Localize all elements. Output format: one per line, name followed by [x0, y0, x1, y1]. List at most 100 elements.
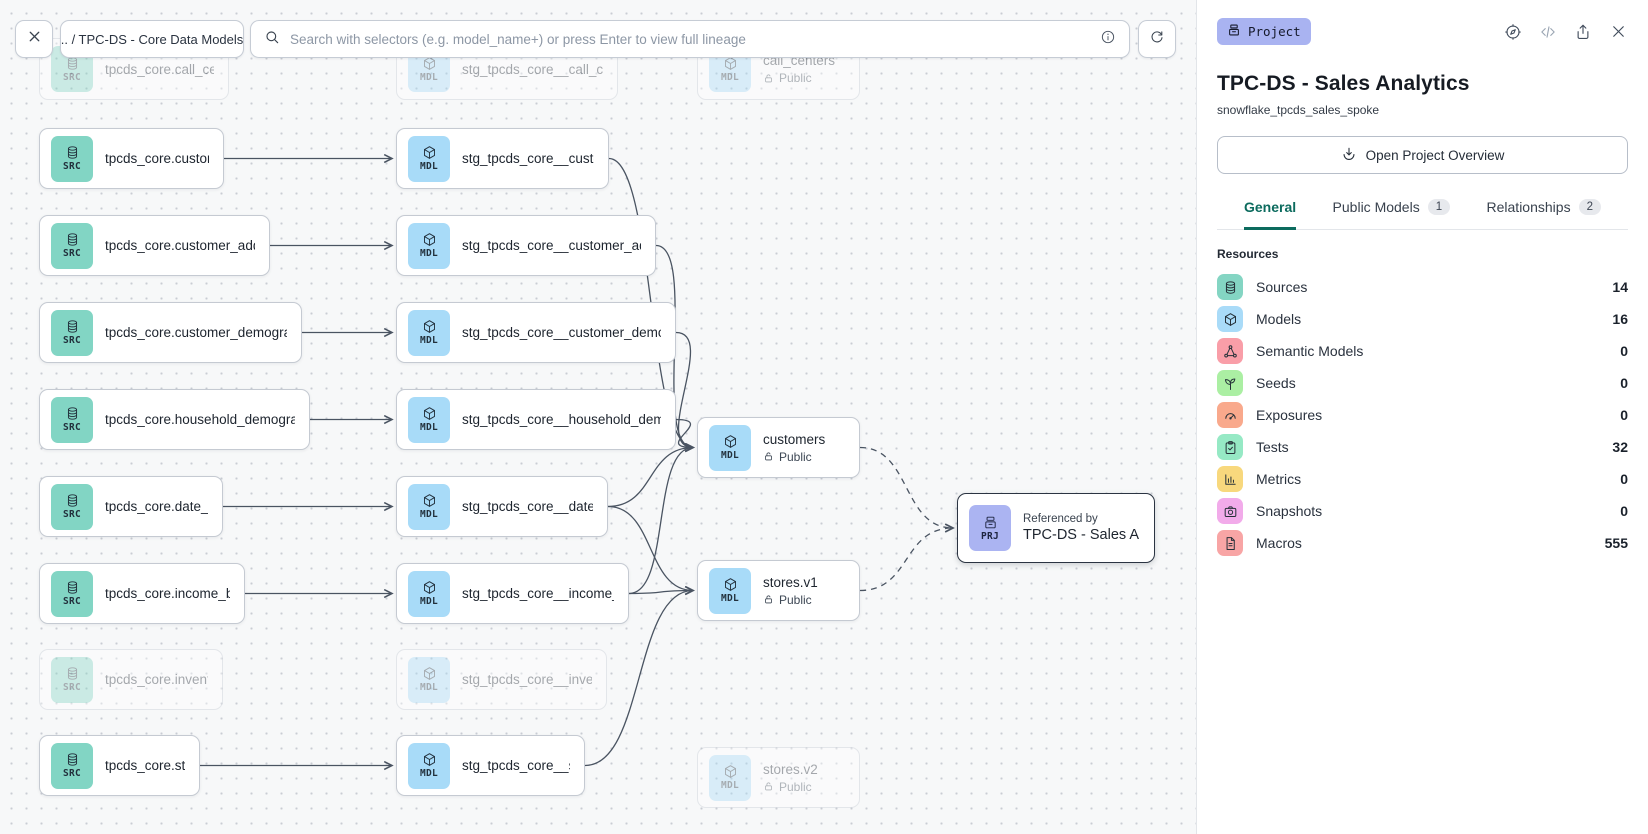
node-access-label: Public: [763, 780, 818, 794]
search-input[interactable]: [290, 32, 1090, 47]
resource-row-models[interactable]: Models16: [1217, 306, 1628, 332]
cube-icon: [1223, 312, 1238, 327]
node-access-label: Public: [763, 593, 818, 607]
refresh-lineage-button[interactable]: [1138, 20, 1176, 58]
lock-icon: [763, 73, 774, 84]
gauge-icon: [1223, 408, 1238, 423]
lineage-node-mdl_customer_address[interactable]: MDLstg_tpcds_core__customer_address: [396, 215, 656, 276]
node-pre-label: Referenced by: [1023, 513, 1140, 525]
resource-row-macros[interactable]: Macros555: [1217, 530, 1628, 556]
node-label: stg_tpcds_core__household_demogr…: [462, 412, 661, 427]
project-icon: [1227, 23, 1241, 40]
node-label: stg_tpcds_core__customer_demogra…: [462, 325, 661, 340]
tab-general[interactable]: General: [1244, 199, 1296, 230]
node-type-badge-mdl: MDL: [408, 484, 450, 530]
lineage-node-src_customer[interactable]: SRCtpcds_core.customer: [39, 128, 224, 189]
db-resource-icon: [1217, 274, 1243, 300]
resource-row-seeds[interactable]: Seeds0: [1217, 370, 1628, 396]
lineage-node-mdl_date_dim[interactable]: MDLstg_tpcds_core__date_dim: [396, 476, 608, 537]
search-bar[interactable]: [250, 20, 1130, 58]
breadcrumb[interactable]: .. / TPC-DS - Core Data Models: [60, 20, 244, 58]
lineage-node-mdl_inventory[interactable]: MDLstg_tpcds_core__inventory: [396, 649, 607, 710]
close-lineage-button[interactable]: [15, 20, 53, 58]
view-code-button[interactable]: [1539, 23, 1557, 41]
lineage-canvas[interactable]: SRCtpcds_core.call_centerMDLstg_tpcds_co…: [0, 0, 1196, 834]
cube-icon: [422, 666, 437, 681]
node-type-badge-mdl: MDL: [408, 571, 450, 617]
resource-row-metrics[interactable]: Metrics0: [1217, 466, 1628, 492]
lineage-node-src_inventory[interactable]: SRCtpcds_core.inventory: [39, 649, 223, 710]
node-label: tpcds_core.household_demographics: [105, 412, 295, 427]
explore-compass-button[interactable]: [1504, 23, 1522, 41]
db-icon: [1223, 280, 1238, 295]
project-technical-name: snowflake_tpcds_sales_spoke: [1217, 103, 1628, 117]
node-label: tpcds_core.call_center: [105, 62, 214, 77]
node-type-badge-mdl: MDL: [408, 397, 450, 443]
db-icon: [65, 666, 80, 681]
lineage-node-pub_stores_v1[interactable]: MDLstores.v1Public: [697, 560, 860, 621]
node-type-badge-src: SRC: [51, 484, 93, 530]
lineage-node-pub_customers[interactable]: MDLcustomersPublic: [697, 417, 860, 478]
close-icon: [1609, 22, 1628, 41]
node-label: customers: [763, 432, 825, 447]
resource-row-semantic-models[interactable]: Semantic Models0: [1217, 338, 1628, 364]
resources-list: Sources14 Models16 Semantic Models0 Seeds0 E…: [1217, 274, 1628, 556]
lock-icon: [763, 451, 774, 462]
node-type-badge-mdl: MDL: [408, 743, 450, 789]
lineage-node-prj_sales[interactable]: PRJReferenced byTPC-DS - Sales Analytics: [957, 493, 1155, 563]
node-label: stg_tpcds_core__inventory: [462, 672, 592, 687]
tab-relationships[interactable]: Relationships2: [1487, 199, 1601, 230]
code-icon: [1539, 23, 1557, 41]
lineage-node-src_store[interactable]: SRCtpcds_core.store: [39, 735, 200, 796]
lineage-node-src_income_band[interactable]: SRCtpcds_core.income_band: [39, 563, 245, 624]
lock-icon: [763, 594, 774, 605]
lineage-node-src_customer_demographics[interactable]: SRCtpcds_core.customer_demographics: [39, 302, 302, 363]
resource-row-snapshots[interactable]: Snapshots0: [1217, 498, 1628, 524]
db-icon: [65, 232, 80, 247]
lineage-node-pub_stores_v2[interactable]: MDLstores.v2Public: [697, 747, 860, 808]
info-icon: [1100, 29, 1116, 45]
close-panel-button[interactable]: [1609, 22, 1628, 41]
resources-header: Resources: [1217, 247, 1628, 261]
lineage-node-src_date_dim[interactable]: SRC tpcds_core.date_dim: [39, 476, 223, 537]
db-icon: [65, 319, 80, 334]
edge-mdl_date_dim-to-pub_customers: [608, 448, 693, 507]
resource-row-tests[interactable]: Tests32: [1217, 434, 1628, 460]
lineage-node-mdl_store[interactable]: MDLstg_tpcds_core__store: [396, 735, 585, 796]
doc-resource-icon: [1217, 530, 1243, 556]
lock-icon: [763, 781, 774, 792]
project-type-badge: Project: [1217, 18, 1311, 45]
page-title: TPC-DS - Sales Analytics: [1217, 72, 1628, 96]
node-type-badge-mdl: MDL: [709, 568, 751, 614]
lineage-node-mdl_customer[interactable]: MDLstg_tpcds_core__customer: [396, 128, 609, 189]
edge-pub_customers-to-prj_sales: [860, 448, 953, 529]
resource-row-exposures[interactable]: Exposures0: [1217, 402, 1628, 428]
tab-count-badge: 2: [1579, 199, 1601, 215]
db-icon: [65, 580, 80, 595]
lineage-node-src_household_demographics[interactable]: SRCtpcds_core.household_demographics: [39, 389, 310, 450]
lineage-node-mdl_customer_demographics[interactable]: MDL stg_tpcds_core__customer_demogra…: [396, 302, 676, 363]
barchart-resource-icon: [1217, 466, 1243, 492]
resource-row-sources[interactable]: Sources14: [1217, 274, 1628, 300]
doc-icon: [1223, 536, 1238, 551]
project-type-label: Project: [1248, 24, 1301, 39]
open-project-overview-button[interactable]: Open Project Overview: [1217, 136, 1628, 174]
db-icon: [65, 493, 80, 508]
lineage-node-mdl_household_demographics[interactable]: MDL stg_tpcds_core__household_demogr…: [396, 389, 676, 450]
share-button[interactable]: [1574, 23, 1592, 41]
node-label: tpcds_core.customer_demographics: [105, 325, 287, 340]
edge-pub_stores_v1-to-prj_sales: [860, 528, 953, 591]
clipboard-resource-icon: [1217, 434, 1243, 460]
seed-icon: [1223, 376, 1238, 391]
node-type-badge-mdl: MDL: [709, 425, 751, 471]
search-icon: [264, 29, 280, 45]
lineage-node-mdl_income_band[interactable]: MDLstg_tpcds_core__income_band: [396, 563, 629, 624]
tab-public-models[interactable]: Public Models1: [1333, 199, 1451, 230]
node-label: tpcds_core.date_dim: [105, 499, 208, 514]
lineage-node-src_customer_address[interactable]: SRCtpcds_core.customer_address: [39, 215, 270, 276]
edge-mdl_income_band-to-pub_customers: [629, 448, 693, 594]
node-type-badge-mdl: MDL: [408, 310, 450, 356]
info-icon[interactable]: [1100, 29, 1116, 50]
overview-icon: [1341, 146, 1357, 162]
cube-icon: [422, 752, 437, 767]
